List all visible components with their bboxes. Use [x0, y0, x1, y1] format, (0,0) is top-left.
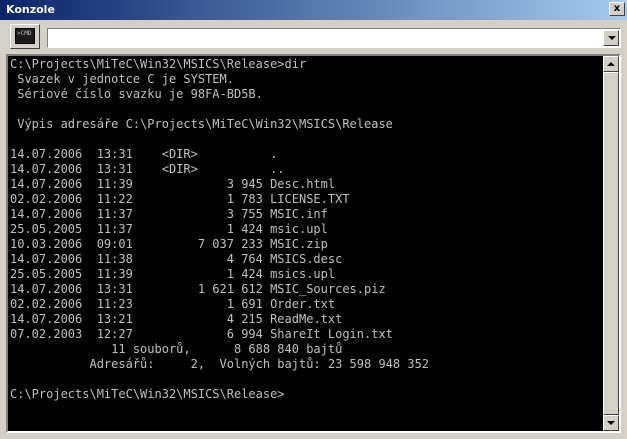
- vertical-scrollbar[interactable]: [603, 56, 619, 431]
- console-line: Adresářů: 2, Volných bajtů: 23 598 948 3…: [10, 357, 430, 371]
- cmd-icon-label: >CMD: [17, 30, 32, 37]
- arrow-down-icon: [607, 421, 615, 425]
- title-bar[interactable]: Konzole x: [0, 0, 627, 20]
- console-line: 25.05.2005 11:37 1 424 msic.upl: [10, 222, 328, 236]
- combo-dropdown-button[interactable]: [603, 30, 619, 46]
- console-window: Konzole x >CMD C:\Projects\MiTeC\Win32\M…: [0, 0, 627, 439]
- console-line: 14.07.2006 11:39 3 945 Desc.html: [10, 177, 336, 191]
- console-line: 10.03.2006 09:01 7 037 233 MSIC.zip: [10, 237, 328, 251]
- cmd-button[interactable]: >CMD: [10, 24, 40, 49]
- console-line: 25.05.2005 11:39 1 424 msics.upl: [10, 267, 336, 281]
- console-line: C:\Projects\MiTeC\Win32\MSICS\Release>: [10, 387, 285, 401]
- console-line: 02.02.2006 11:23 1 691 Order.txt: [10, 297, 336, 311]
- close-icon: x: [613, 3, 621, 14]
- console-line: 14.07.2006 11:38 4 764 MSICS.desc: [10, 252, 343, 266]
- scroll-down-button[interactable]: [603, 415, 619, 431]
- console-line: 14.07.2006 13:31 <DIR> ..: [10, 162, 285, 176]
- console-line: 14.07.2006 11:37 3 755 MSIC.inf: [10, 207, 328, 221]
- console-line: 02.02.2006 11:22 1 783 LICENSE.TXT: [10, 192, 350, 206]
- scroll-up-button[interactable]: [603, 56, 619, 72]
- window-title: Konzole: [6, 3, 55, 16]
- console-line: 14.07.2006 13:31 1 621 612 MSIC_Sources.…: [10, 282, 386, 296]
- console-line: 14.07.2006 13:31 <DIR> .: [10, 147, 278, 161]
- toolbar: >CMD: [0, 20, 627, 54]
- console-line: 11 souborů, 8 688 840 bajtů: [10, 342, 343, 356]
- chevron-down-icon: [608, 36, 616, 40]
- console-output[interactable]: C:\Projects\MiTeC\Win32\MSICS\Release>di…: [10, 57, 602, 430]
- console-line: 07.02.2003 12:27 6 994 ShareIt Login.txt: [10, 327, 393, 341]
- console-line: Sériové číslo svazku je 98FA-BD5B.: [10, 87, 263, 101]
- command-combobox[interactable]: [47, 28, 621, 48]
- cmd-icon: >CMD: [15, 28, 35, 44]
- console-frame: C:\Projects\MiTeC\Win32\MSICS\Release>di…: [6, 54, 621, 433]
- close-button[interactable]: x: [609, 2, 625, 16]
- console-line: 14.07.2006 13:21 4 215 ReadMe.txt: [10, 312, 343, 326]
- command-input[interactable]: [50, 30, 600, 46]
- console-line: Výpis adresáře C:\Projects\MiTeC\Win32\M…: [10, 117, 393, 131]
- console-line: Svazek v jednotce C je SYSTEM.: [10, 72, 234, 86]
- scroll-thumb[interactable]: [603, 72, 619, 415]
- arrow-up-icon: [607, 62, 615, 66]
- console-line: C:\Projects\MiTeC\Win32\MSICS\Release>di…: [10, 57, 307, 71]
